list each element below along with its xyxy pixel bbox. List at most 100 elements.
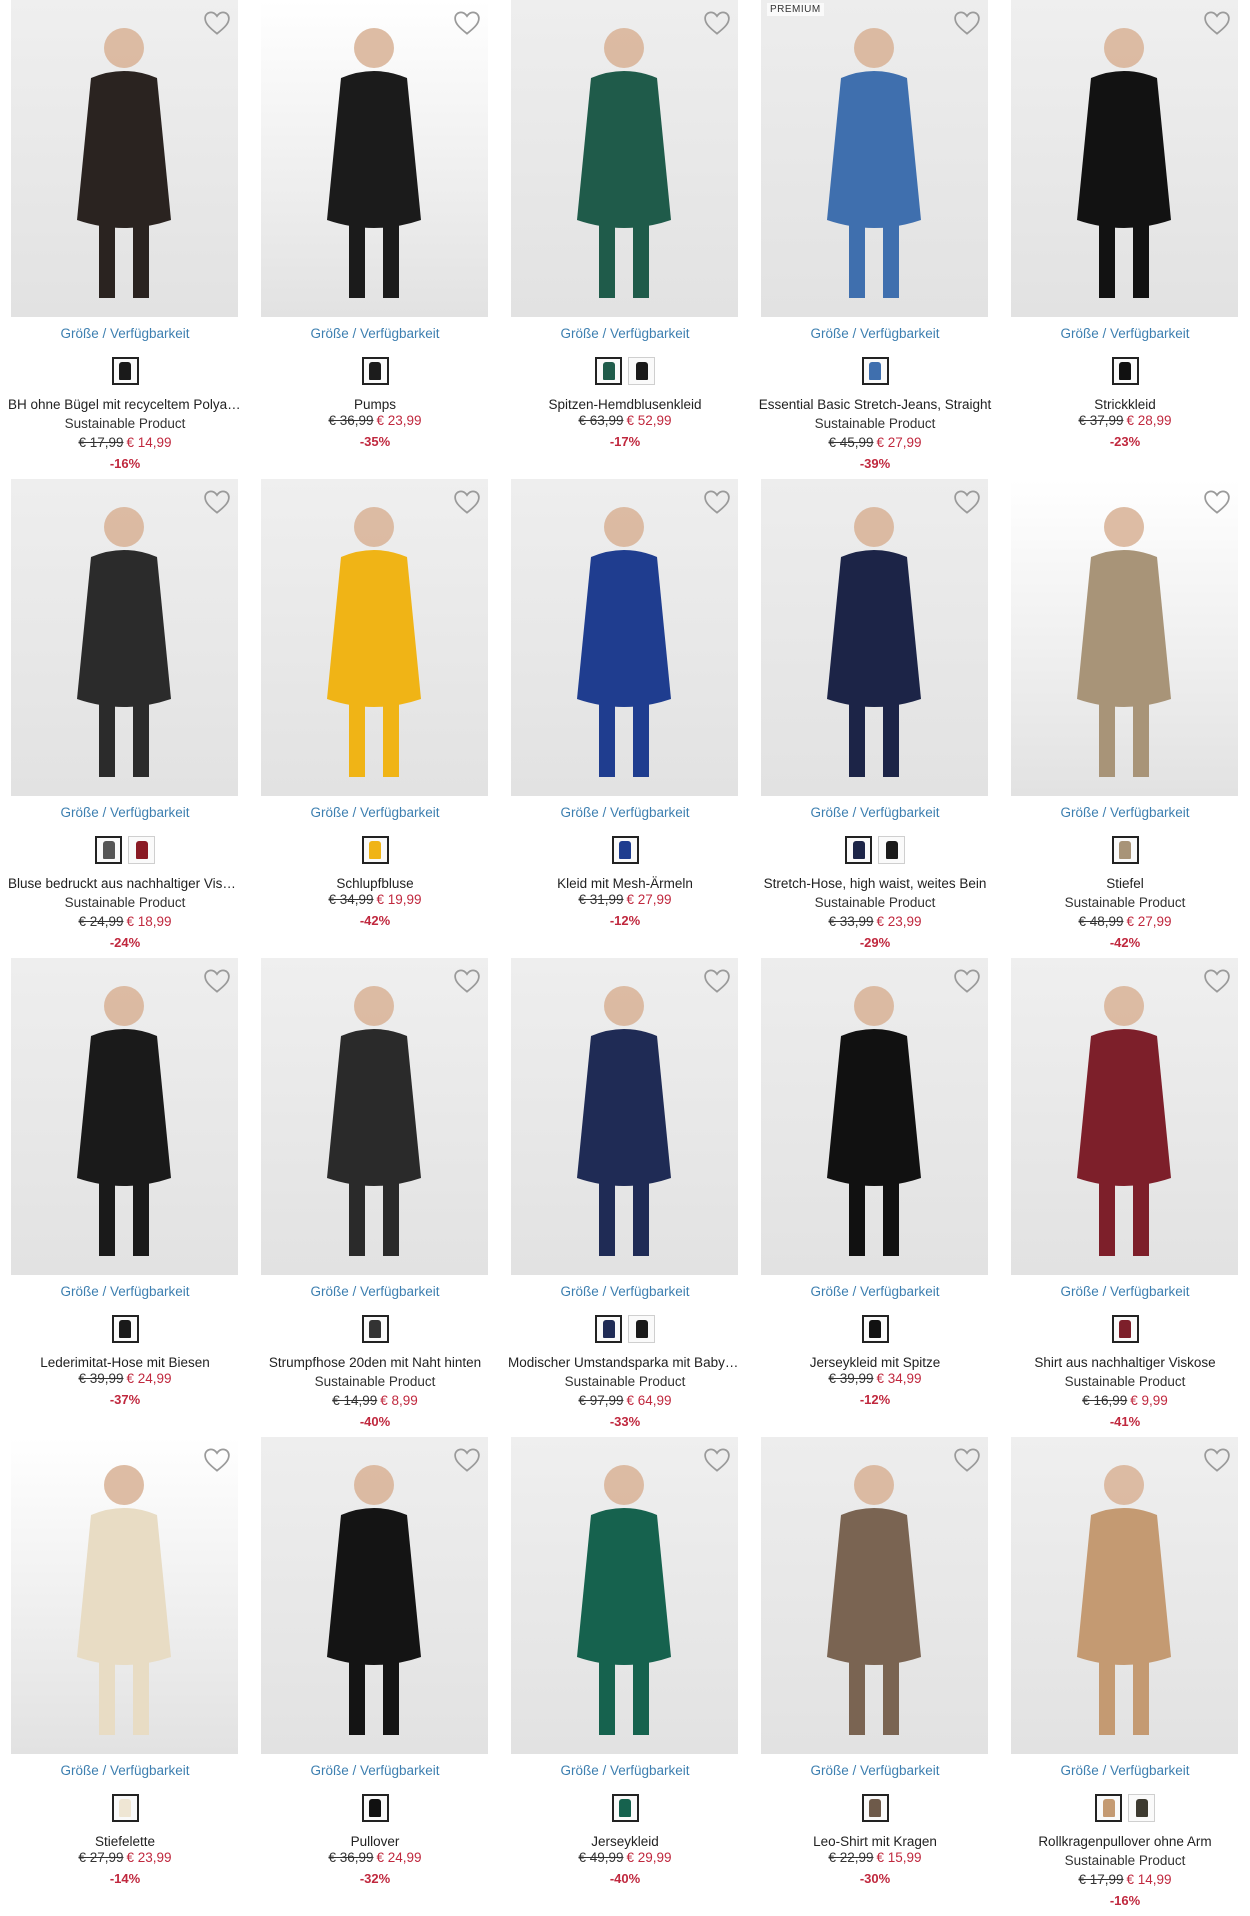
- product-image[interactable]: [1011, 958, 1238, 1275]
- color-swatch[interactable]: [1128, 1794, 1155, 1822]
- product-name[interactable]: Strumpfhose 20den mit Naht hinten: [258, 1355, 492, 1370]
- wishlist-heart-icon[interactable]: [952, 8, 982, 38]
- color-swatch[interactable]: [628, 357, 655, 385]
- product-image[interactable]: [511, 479, 738, 796]
- wishlist-heart-icon[interactable]: [452, 8, 482, 38]
- color-swatch[interactable]: [111, 1315, 139, 1343]
- color-swatch[interactable]: [861, 1315, 889, 1343]
- product-image[interactable]: [761, 479, 988, 796]
- wishlist-heart-icon[interactable]: [952, 966, 982, 996]
- color-swatch[interactable]: [128, 836, 155, 864]
- product-name[interactable]: Jerseykleid: [508, 1834, 742, 1849]
- size-availability-link[interactable]: Größe / Verfügbarkeit: [0, 1763, 250, 1778]
- product-image[interactable]: [511, 0, 738, 317]
- wishlist-heart-icon[interactable]: [1202, 8, 1232, 38]
- color-swatch[interactable]: [111, 1794, 139, 1822]
- product-name[interactable]: Spitzen-Hemdblusenkleid: [508, 397, 742, 412]
- product-image[interactable]: [1011, 1437, 1238, 1754]
- color-swatch[interactable]: [361, 1315, 389, 1343]
- wishlist-heart-icon[interactable]: [702, 1445, 732, 1475]
- size-availability-link[interactable]: Größe / Verfügbarkeit: [500, 326, 750, 341]
- product-card[interactable]: Größe / Verfügbarkeit Stiefel Sustainable …: [1000, 479, 1250, 958]
- product-name[interactable]: Lederimitat-Hose mit Biesen: [8, 1355, 242, 1370]
- product-card[interactable]: Größe / Verfügbarkeit Strickkleid € 37,99 €…: [1000, 0, 1250, 479]
- size-availability-link[interactable]: Größe / Verfügbarkeit: [1000, 1763, 1250, 1778]
- color-swatch[interactable]: [361, 836, 389, 864]
- wishlist-heart-icon[interactable]: [452, 966, 482, 996]
- product-card[interactable]: Größe / Verfügbarkeit Schlupfbluse € 34,99…: [250, 479, 500, 958]
- size-availability-link[interactable]: Größe / Verfügbarkeit: [1000, 805, 1250, 820]
- size-availability-link[interactable]: Größe / Verfügbarkeit: [250, 1763, 500, 1778]
- wishlist-heart-icon[interactable]: [202, 487, 232, 517]
- product-name[interactable]: Modischer Umstandsparka mit Babyeinsatz: [508, 1355, 742, 1370]
- product-name[interactable]: Shirt aus nachhaltiger Viskose: [1008, 1355, 1242, 1370]
- color-swatch[interactable]: [845, 836, 872, 864]
- product-card[interactable]: Größe / Verfügbarkeit Jerseykleid mit Spi…: [750, 958, 1000, 1437]
- product-image[interactable]: [261, 958, 488, 1275]
- size-availability-link[interactable]: Größe / Verfügbarkeit: [500, 1763, 750, 1778]
- wishlist-heart-icon[interactable]: [952, 487, 982, 517]
- color-swatch[interactable]: [628, 1315, 655, 1343]
- product-card[interactable]: Größe / Verfügbarkeit Shirt aus nachhalti…: [1000, 958, 1250, 1437]
- product-image[interactable]: [1011, 479, 1238, 796]
- color-swatch[interactable]: [1095, 1794, 1122, 1822]
- product-name[interactable]: Stiefelette: [8, 1834, 242, 1849]
- color-swatch[interactable]: [611, 836, 639, 864]
- size-availability-link[interactable]: Größe / Verfügbarkeit: [250, 326, 500, 341]
- product-card[interactable]: Größe / Verfügbarkeit Stretch-Hose, high …: [750, 479, 1000, 958]
- size-availability-link[interactable]: Größe / Verfügbarkeit: [750, 1284, 1000, 1299]
- wishlist-heart-icon[interactable]: [702, 966, 732, 996]
- wishlist-heart-icon[interactable]: [702, 487, 732, 517]
- product-card[interactable]: Größe / Verfügbarkeit BH ohne Bügel mit r…: [0, 0, 250, 479]
- product-image[interactable]: [11, 479, 238, 796]
- product-image[interactable]: PREMIUM: [761, 0, 988, 317]
- product-card[interactable]: Größe / Verfügbarkeit Pullover € 36,99 € 24…: [250, 1437, 500, 1916]
- product-name[interactable]: Leo-Shirt mit Kragen: [758, 1834, 992, 1849]
- color-swatch[interactable]: [878, 836, 905, 864]
- product-card[interactable]: Größe / Verfügbarkeit Lederimitat-Hose mi…: [0, 958, 250, 1437]
- color-swatch[interactable]: [1111, 1315, 1139, 1343]
- product-image[interactable]: [11, 0, 238, 317]
- wishlist-heart-icon[interactable]: [202, 8, 232, 38]
- wishlist-heart-icon[interactable]: [202, 1445, 232, 1475]
- color-swatch[interactable]: [595, 357, 622, 385]
- size-availability-link[interactable]: Größe / Verfügbarkeit: [250, 805, 500, 820]
- product-card[interactable]: Größe / Verfügbarkeit Modischer Umstandsp…: [500, 958, 750, 1437]
- product-image[interactable]: [511, 1437, 738, 1754]
- product-name[interactable]: Schlupfbluse: [258, 876, 492, 891]
- wishlist-heart-icon[interactable]: [452, 487, 482, 517]
- product-name[interactable]: Bluse bedruckt aus nachhaltiger Viskose: [8, 876, 242, 891]
- size-availability-link[interactable]: Größe / Verfügbarkeit: [0, 1284, 250, 1299]
- product-name[interactable]: Rollkragenpullover ohne Arm: [1008, 1834, 1242, 1849]
- product-name[interactable]: Stiefel: [1008, 876, 1242, 891]
- size-availability-link[interactable]: Größe / Verfügbarkeit: [1000, 326, 1250, 341]
- product-name[interactable]: Jerseykleid mit Spitze: [758, 1355, 992, 1370]
- product-card[interactable]: Größe / Verfügbarkeit Rollkragenpullover …: [1000, 1437, 1250, 1916]
- product-card[interactable]: Größe / Verfügbarkeit Leo-Shirt mit Krage…: [750, 1437, 1000, 1916]
- size-availability-link[interactable]: Größe / Verfügbarkeit: [750, 805, 1000, 820]
- product-image[interactable]: [1011, 0, 1238, 317]
- size-availability-link[interactable]: Größe / Verfügbarkeit: [750, 326, 1000, 341]
- wishlist-heart-icon[interactable]: [952, 1445, 982, 1475]
- wishlist-heart-icon[interactable]: [202, 966, 232, 996]
- product-image[interactable]: [761, 1437, 988, 1754]
- color-swatch[interactable]: [595, 1315, 622, 1343]
- product-image[interactable]: [11, 1437, 238, 1754]
- product-card[interactable]: Größe / Verfügbarkeit Strumpfhose 20den m…: [250, 958, 500, 1437]
- product-image[interactable]: [261, 0, 488, 317]
- color-swatch[interactable]: [361, 357, 389, 385]
- product-card[interactable]: PREMIUM Größe / Verfügbarkeit Essential Ba…: [750, 0, 1000, 479]
- product-name[interactable]: Stretch-Hose, high waist, weites Bein: [758, 876, 992, 891]
- product-name[interactable]: BH ohne Bügel mit recyceltem Polyamid: [8, 397, 242, 412]
- product-card[interactable]: Größe / Verfügbarkeit Bluse bedruckt aus …: [0, 479, 250, 958]
- wishlist-heart-icon[interactable]: [1202, 487, 1232, 517]
- color-swatch[interactable]: [95, 836, 122, 864]
- product-image[interactable]: [261, 479, 488, 796]
- product-name[interactable]: Kleid mit Mesh-Ärmeln: [508, 876, 742, 891]
- product-name[interactable]: Essential Basic Stretch-Jeans, Straight: [758, 397, 992, 412]
- color-swatch[interactable]: [611, 1794, 639, 1822]
- size-availability-link[interactable]: Größe / Verfügbarkeit: [1000, 1284, 1250, 1299]
- wishlist-heart-icon[interactable]: [452, 1445, 482, 1475]
- product-image[interactable]: [511, 958, 738, 1275]
- product-image[interactable]: [761, 958, 988, 1275]
